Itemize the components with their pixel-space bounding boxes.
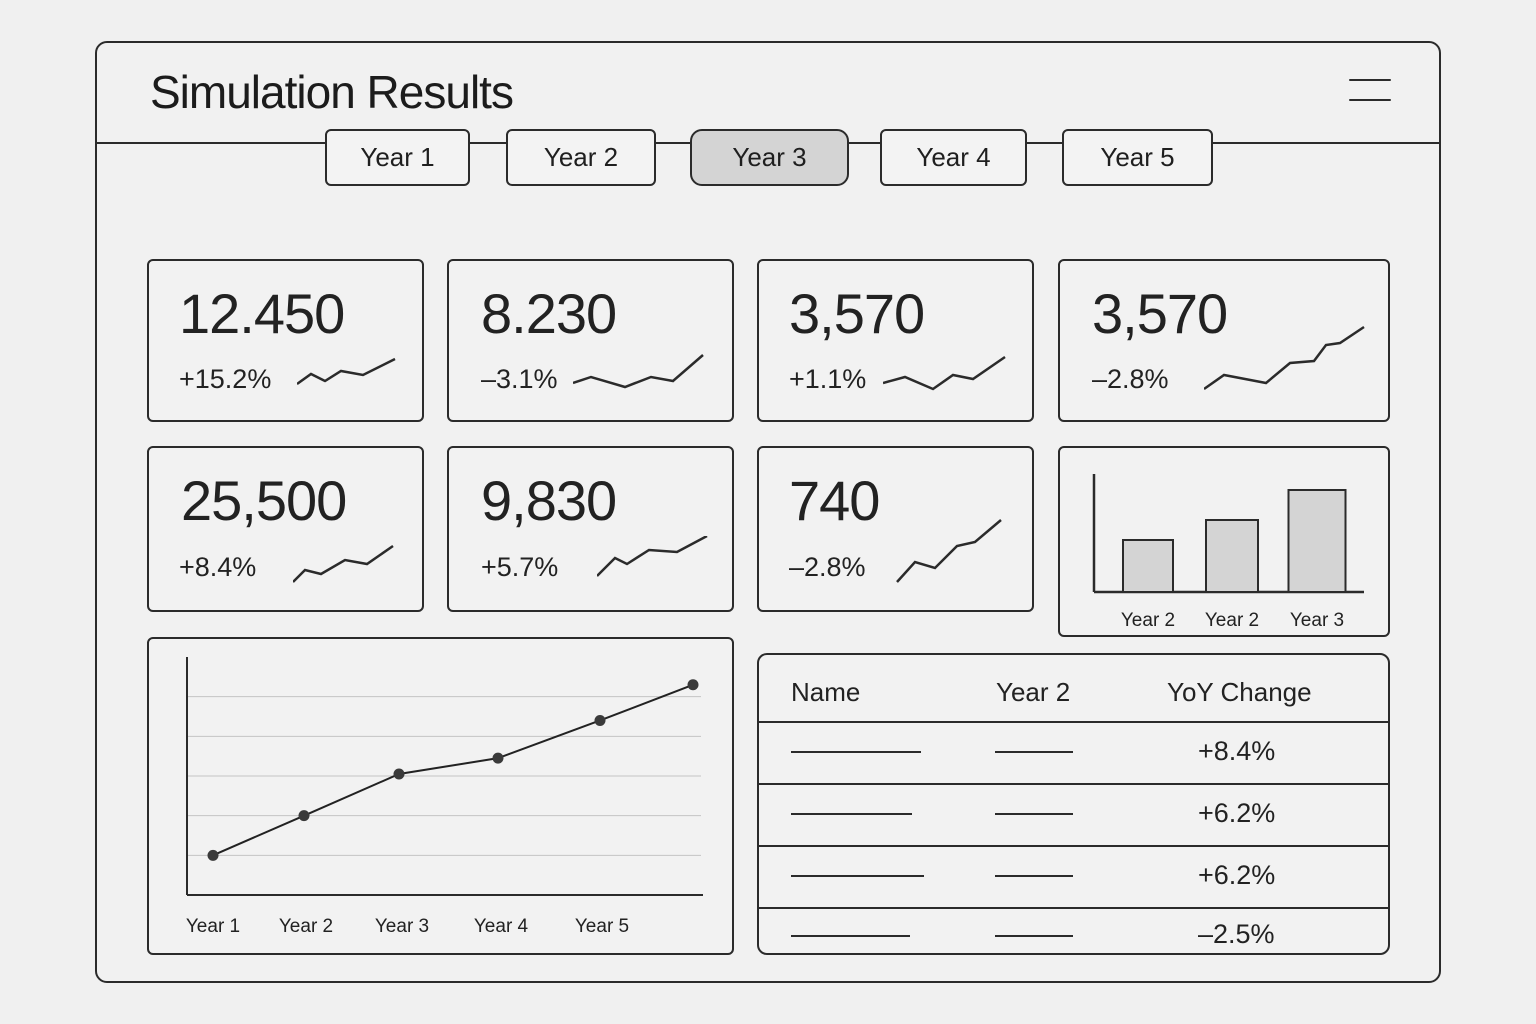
table-divider	[759, 721, 1388, 723]
kpi-value: 8.230	[481, 282, 617, 345]
table-divider	[759, 907, 1388, 909]
table-header-yoy: YoY Change	[1167, 677, 1312, 707]
data-point	[492, 752, 504, 764]
tab-year-4[interactable]: Year 4	[880, 129, 1027, 186]
tab-label: Year 5	[1100, 142, 1175, 172]
year-placeholder	[995, 813, 1073, 815]
sparkline	[597, 536, 708, 577]
tab-year-3[interactable]: Year 3	[690, 129, 849, 186]
name-placeholder	[791, 935, 910, 937]
name-placeholder	[791, 813, 912, 815]
kpi-value: 9,830	[481, 469, 617, 532]
name-placeholder	[791, 875, 924, 877]
kpi-card[interactable]: 3,570 +1.1%	[757, 259, 1034, 422]
year-placeholder	[995, 935, 1073, 937]
kpi-value: 12.450	[179, 282, 345, 345]
bar	[1287, 489, 1347, 593]
x-tick-label: Year 4	[474, 916, 529, 937]
kpi-change: +8.4%	[179, 552, 257, 582]
table-header-year: Year 2	[996, 677, 1071, 707]
yoy-change: +8.4%	[1198, 736, 1276, 766]
sparkline	[1204, 325, 1365, 391]
kpi-value: 25,500	[181, 469, 347, 532]
kpi-card[interactable]: 12.450 +15.2%	[147, 259, 424, 422]
name-placeholder	[791, 751, 921, 753]
tab-label: Year 1	[360, 142, 435, 172]
x-tick-label: Year 2	[1205, 610, 1259, 631]
tab-label: Year 3	[732, 142, 807, 172]
data-point	[393, 768, 405, 780]
sparkline	[293, 544, 394, 583]
table-divider	[759, 783, 1388, 785]
sparkline	[297, 357, 396, 386]
kpi-card[interactable]: 3,570 –2.8%	[1058, 259, 1390, 422]
kpi-card[interactable]: 8.230 –3.1%	[447, 259, 734, 422]
series-line	[212, 683, 694, 857]
tab-year-1[interactable]: Year 1	[325, 129, 470, 186]
x-tick-label: Year 5	[575, 916, 629, 937]
x-tick-label: Year 2	[279, 916, 333, 937]
kpi-card[interactable]: 9,830 +5.7%	[447, 446, 734, 612]
table-header-name: Name	[791, 677, 861, 707]
sparkline	[896, 519, 1002, 583]
tab-year-5[interactable]: Year 5	[1062, 129, 1213, 186]
kpi-card[interactable]: 25,500 +8.4%	[147, 446, 424, 612]
year-placeholder	[995, 751, 1073, 753]
kpi-change: –3.1%	[481, 364, 558, 394]
data-point	[687, 679, 699, 691]
kpi-card[interactable]: 740 –2.8%	[757, 446, 1034, 612]
results-table: Name Year 2 YoY Change +8.4% +6.2% +6.2%…	[757, 653, 1390, 955]
yoy-change: +6.2%	[1198, 798, 1276, 828]
kpi-value: 740	[789, 469, 880, 532]
kpi-change: +5.7%	[481, 552, 559, 582]
data-point	[207, 849, 219, 861]
tab-label: Year 4	[916, 142, 991, 172]
sparkline	[573, 354, 704, 389]
bar	[1122, 539, 1174, 593]
kpi-value: 3,570	[789, 282, 925, 345]
page-title: Simulation Results	[150, 66, 514, 118]
bar	[1205, 519, 1259, 593]
data-point	[594, 714, 606, 726]
x-tick-label: Year 2	[1121, 610, 1175, 631]
x-tick-label: Year 3	[375, 916, 429, 937]
bar-chart: Year 2 Year 2 Year 3	[1092, 474, 1364, 631]
tab-label: Year 2	[543, 142, 619, 172]
bar-chart-card: Year 2 Year 2 Year 3	[1058, 446, 1390, 637]
year-placeholder	[995, 875, 1073, 877]
hamburger-menu-icon[interactable]	[1347, 75, 1395, 105]
kpi-change: –2.8%	[1092, 364, 1169, 394]
kpi-change: +15.2%	[179, 364, 272, 394]
yoy-change: +6.2%	[1198, 860, 1276, 890]
tab-year-2[interactable]: Year 2	[506, 129, 656, 186]
x-tick-label: Year 3	[1290, 610, 1344, 631]
table-divider	[759, 845, 1388, 847]
kpi-change: –2.8%	[789, 552, 866, 582]
kpi-change: +1.1%	[789, 364, 867, 394]
line-chart: Year 1 Year 2 Year 3 Year 4 Year 5	[186, 657, 703, 937]
x-tick-label: Year 1	[186, 916, 240, 937]
sparkline	[883, 355, 1006, 391]
line-chart-card: Year 1 Year 2 Year 3 Year 4 Year 5	[147, 637, 734, 955]
yoy-change: –2.5%	[1198, 919, 1275, 949]
data-point	[298, 810, 310, 822]
